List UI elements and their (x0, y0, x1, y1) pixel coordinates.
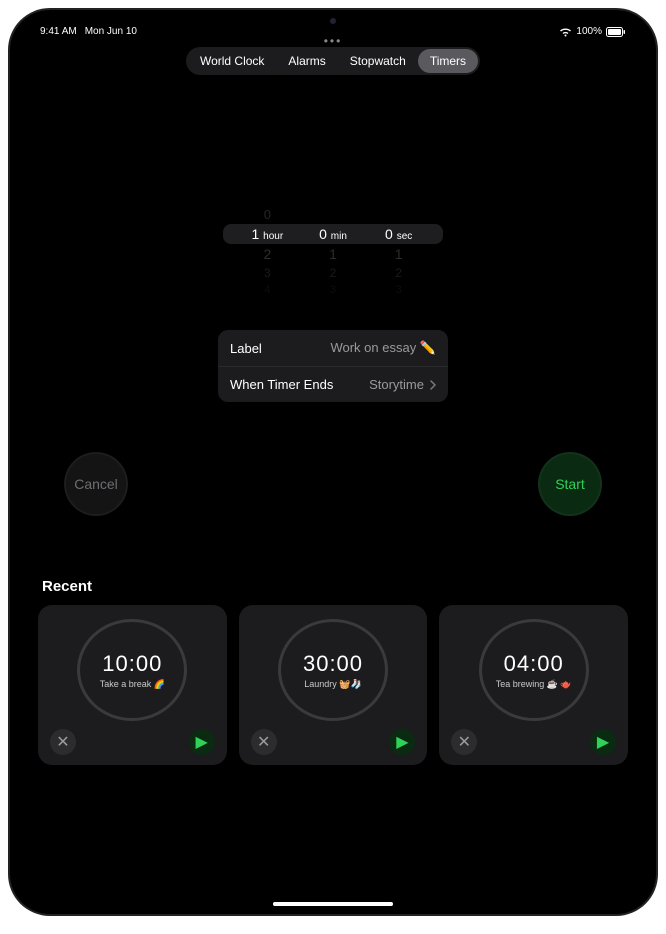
battery-icon (606, 27, 626, 37)
picker-faded: 3 (301, 284, 366, 296)
recent-timer-card: 04:00 Tea brewing ☕️ 🫖 ✕ ▶ (439, 605, 628, 765)
play-timer-button[interactable]: ▶ (189, 729, 215, 755)
status-time: 9:41 AM (40, 26, 77, 37)
picker-sec-value[interactable]: 0 (385, 226, 393, 242)
picker-hour-unit: hour (263, 231, 283, 242)
timer-label-row[interactable]: Label Work on essay ✏️ (218, 330, 448, 366)
delete-timer-button[interactable]: ✕ (451, 729, 477, 755)
battery-percent: 100% (576, 26, 602, 37)
tab-stopwatch[interactable]: Stopwatch (338, 49, 418, 73)
play-icon: ▶ (597, 732, 609, 752)
status-date: Mon Jun 10 (85, 26, 137, 37)
tab-world-clock[interactable]: World Clock (188, 49, 276, 73)
picker-hour-above: 0 (235, 207, 300, 222)
timer-dial[interactable]: 30:00 Laundry 🧺🧦 (278, 619, 388, 721)
picker-hour-value[interactable]: 1 (251, 226, 259, 242)
duration-picker[interactable]: 0 1 hour 0 min 0 sec 211 322 433 (223, 205, 443, 298)
picker-faded: 1 (301, 246, 366, 262)
ipad-frame: ••• 9:41 AM Mon Jun 10 100% World Clock … (10, 10, 656, 914)
timer-dial[interactable]: 10:00 Take a break 🌈 (77, 619, 187, 721)
timer-label-value: Work on essay ✏️ (330, 340, 436, 356)
recent-timer-card: 10:00 Take a break 🌈 ✕ ▶ (38, 605, 227, 765)
close-icon: ✕ (56, 732, 69, 752)
cancel-button[interactable]: Cancel (64, 452, 128, 516)
delete-timer-button[interactable]: ✕ (50, 729, 76, 755)
home-indicator[interactable] (273, 902, 393, 906)
picker-faded: 3 (366, 284, 431, 296)
multitask-dots-icon[interactable]: ••• (324, 34, 343, 48)
when-timer-ends-key: When Timer Ends (230, 377, 333, 392)
picker-faded: 2 (235, 246, 300, 262)
when-timer-ends-value: Storytime (369, 377, 424, 392)
play-timer-button[interactable]: ▶ (590, 729, 616, 755)
chevron-right-icon (430, 380, 436, 390)
timer-time: 04:00 (504, 651, 564, 677)
picker-min-value[interactable]: 0 (319, 226, 327, 242)
wifi-icon (559, 27, 572, 37)
tab-timers[interactable]: Timers (418, 49, 478, 73)
play-icon: ▶ (196, 732, 208, 752)
play-timer-button[interactable]: ▶ (389, 729, 415, 755)
timer-time: 10:00 (102, 651, 162, 677)
start-button[interactable]: Start (538, 452, 602, 516)
picker-faded: 4 (235, 284, 300, 296)
picker-faded: 3 (235, 266, 300, 280)
timer-label: Laundry 🧺🧦 (298, 679, 367, 690)
timer-time: 30:00 (303, 651, 363, 677)
front-camera (330, 18, 336, 24)
timer-label: Tea brewing ☕️ 🫖 (490, 679, 578, 690)
close-icon: ✕ (458, 732, 471, 752)
picker-faded: 2 (366, 266, 431, 280)
picker-selected-row: 1 hour 0 min 0 sec (223, 224, 443, 244)
tab-alarms[interactable]: Alarms (276, 49, 337, 73)
recent-heading: Recent (10, 516, 656, 605)
picker-faded: 1 (366, 246, 431, 262)
when-timer-ends-row[interactable]: When Timer Ends Storytime (218, 366, 448, 402)
timer-label-key: Label (230, 341, 262, 356)
delete-timer-button[interactable]: ✕ (251, 729, 277, 755)
picker-faded: 2 (301, 266, 366, 280)
picker-min-unit: min (331, 231, 347, 242)
play-icon: ▶ (396, 732, 408, 752)
recent-timer-card: 30:00 Laundry 🧺🧦 ✕ ▶ (239, 605, 428, 765)
clock-tab-bar: World Clock Alarms Stopwatch Timers (186, 47, 480, 75)
timer-label: Take a break 🌈 (94, 679, 171, 690)
timer-settings-card: Label Work on essay ✏️ When Timer Ends S… (218, 330, 448, 402)
picker-sec-unit: sec (397, 231, 413, 242)
timer-dial[interactable]: 04:00 Tea brewing ☕️ 🫖 (479, 619, 589, 721)
recent-timers-row: 10:00 Take a break 🌈 ✕ ▶ 30:00 Laundry 🧺… (10, 605, 656, 765)
close-icon: ✕ (257, 732, 270, 752)
